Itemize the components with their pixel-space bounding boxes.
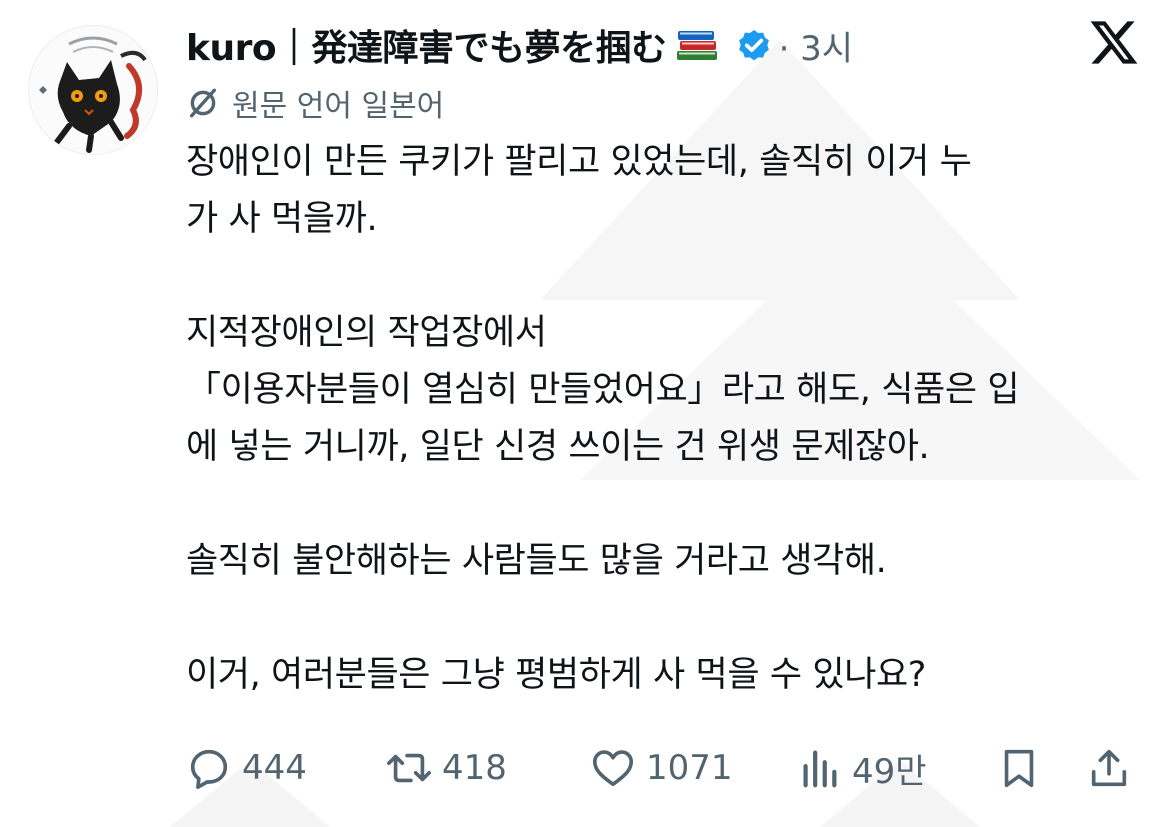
post-text-line: 「이용자분들이 열심히 만들었어요」라고 해도, 식품은 입 <box>186 370 1020 410</box>
repost-icon <box>387 753 431 783</box>
books-icon <box>676 31 717 60</box>
post-time[interactable]: · 3시 <box>779 21 854 70</box>
verified-badge-icon[interactable] <box>735 26 773 64</box>
author-display-name[interactable]: kuro｜発達障害でも夢を掴む <box>186 19 667 71</box>
heart-icon <box>592 750 634 787</box>
x-logo-icon[interactable] <box>1088 16 1140 68</box>
view-count: 49만 <box>852 751 927 792</box>
post-text-line: 에 넣는 거니까, 일단 신경 쓰이는 건 위생 문제잖아. <box>186 427 930 467</box>
views-button[interactable]: 49만 <box>796 738 927 798</box>
reply-icon <box>190 749 228 789</box>
translation-indicator: 원문 언어 일본어 <box>186 80 444 126</box>
repost-button[interactable]: 418 <box>386 738 507 798</box>
translation-label: 원문 언어 일본어 <box>232 89 445 124</box>
bookmark-button[interactable] <box>996 738 1042 798</box>
like-count: 1071 <box>646 748 733 788</box>
profile-avatar[interactable] <box>28 25 158 155</box>
share-icon <box>1091 749 1127 787</box>
post-text-line: 장애인이 만든 쿠키가 팔리고 있었는데, 솔직히 이거 누 <box>186 142 972 182</box>
repost-count: 418 <box>442 748 507 788</box>
share-button[interactable] <box>1086 738 1132 798</box>
analytics-icon <box>803 750 837 788</box>
translate-icon <box>189 88 217 118</box>
reply-button[interactable]: 444 <box>186 738 307 798</box>
post-header: kuro｜発達障害でも夢を掴む · 3시 <box>186 18 853 72</box>
post-text-line: 솔직히 불안해하는 사람들도 많을 거라고 생각해. <box>186 541 887 581</box>
post-actions-bar: 444 418 1071 49만 <box>186 738 1136 798</box>
post-text-line: 가 사 먹을까. <box>186 199 378 239</box>
black-cat-avatar-icon <box>29 26 157 154</box>
reply-count: 444 <box>242 748 307 788</box>
post-text-line: 지적장애인의 작업장에서 <box>186 313 547 353</box>
like-button[interactable]: 1071 <box>590 738 733 798</box>
bookmark-icon <box>1004 749 1034 788</box>
post-text: 장애인이 만든 쿠키가 팔리고 있었는데, 솔직히 이거 누 가 사 먹을까. … <box>186 134 1146 704</box>
post-text-line: 이거, 여러분들은 그냥 평범하게 사 먹을 수 있나요? <box>186 655 926 695</box>
